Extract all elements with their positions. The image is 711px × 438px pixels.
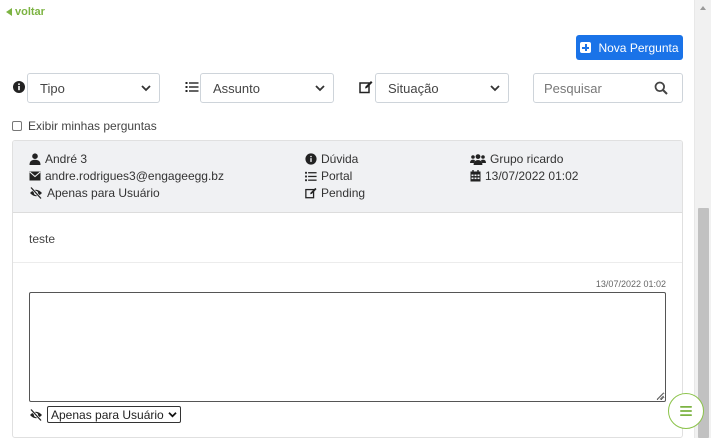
search-placeholder: Pesquisar bbox=[544, 80, 602, 96]
visibility-select-value: Apenas para Usuário bbox=[51, 407, 164, 422]
situacao-select[interactable]: Situação bbox=[375, 73, 509, 103]
calendar-icon bbox=[470, 170, 481, 182]
subject: Portal bbox=[305, 169, 352, 183]
chevron-down-icon bbox=[141, 85, 151, 92]
mine-toggle-label: Exibir minhas perguntas bbox=[28, 119, 157, 133]
email: andre.rodrigues3@engageegg.bz bbox=[29, 169, 224, 183]
mine-checkbox[interactable] bbox=[12, 121, 22, 131]
tipo-select-value: Tipo bbox=[40, 80, 65, 96]
edit-icon bbox=[305, 187, 317, 199]
question-group: Grupo ricardo bbox=[490, 152, 564, 166]
users-icon bbox=[470, 153, 486, 165]
divider bbox=[13, 262, 682, 263]
page-scrollbar[interactable] bbox=[694, 0, 711, 438]
chevron-down-icon bbox=[490, 85, 500, 92]
edit-icon bbox=[359, 81, 373, 94]
new-question-label: Nova Pergunta bbox=[598, 40, 679, 55]
question-message: teste bbox=[29, 232, 56, 246]
list-icon bbox=[305, 171, 317, 181]
chevron-down-icon bbox=[315, 85, 325, 92]
back-link[interactable]: voltar bbox=[6, 6, 45, 18]
user-icon bbox=[29, 153, 41, 165]
visibility-select[interactable]: Apenas para Usuário bbox=[47, 406, 181, 423]
visibility-label: Apenas para Usuário bbox=[47, 186, 160, 200]
question-date: 13/07/2022 01:02 bbox=[485, 169, 579, 183]
new-question-button[interactable]: Nova Pergunta bbox=[576, 35, 683, 60]
envelope-icon bbox=[29, 171, 41, 181]
author: André 3 bbox=[29, 152, 87, 166]
menu-fab-button[interactable] bbox=[668, 393, 704, 429]
eye-slash-icon bbox=[30, 187, 42, 199]
reply-visibility: Apenas para Usuário bbox=[29, 406, 181, 423]
scroll-up-icon[interactable] bbox=[700, 6, 706, 10]
resize-handle-icon[interactable] bbox=[656, 392, 664, 400]
reply-timestamp: 13/07/2022 01:02 bbox=[595, 279, 666, 289]
group: Grupo ricardo bbox=[470, 152, 563, 166]
author-name: André 3 bbox=[45, 152, 88, 166]
visibility: Apenas para Usuário bbox=[29, 186, 160, 200]
back-link-label: voltar bbox=[15, 6, 45, 18]
status: Pending bbox=[305, 186, 365, 200]
situacao-select-value: Situação bbox=[388, 80, 439, 96]
reply-textarea[interactable] bbox=[29, 292, 666, 402]
question-header: André 3 andre.rodrigues3@engageegg.bz Ap… bbox=[13, 141, 682, 213]
list-icon bbox=[185, 82, 199, 92]
assunto-select-value: Assunto bbox=[213, 80, 260, 96]
author-email: andre.rodrigues3@engageegg.bz bbox=[45, 169, 224, 183]
type: Dúvida bbox=[305, 152, 358, 166]
date: 13/07/2022 01:02 bbox=[470, 169, 578, 183]
assunto-select[interactable]: Assunto bbox=[200, 73, 334, 103]
search-icon[interactable] bbox=[654, 81, 668, 95]
search-input[interactable]: Pesquisar bbox=[533, 73, 683, 103]
question-card: André 3 andre.rodrigues3@engageegg.bz Ap… bbox=[12, 140, 683, 438]
question-subject: Portal bbox=[321, 169, 353, 183]
plus-square-icon bbox=[580, 42, 592, 53]
eye-slash-icon bbox=[30, 408, 42, 421]
info-circle-icon bbox=[305, 153, 317, 165]
mine-toggle[interactable]: Exibir minhas perguntas bbox=[12, 119, 157, 133]
tipo-select[interactable]: Tipo bbox=[27, 73, 160, 103]
hamburger-icon bbox=[680, 406, 692, 416]
triangle-left-icon bbox=[6, 8, 12, 16]
question-type: Dúvida bbox=[321, 152, 359, 166]
chevron-down-icon bbox=[168, 412, 177, 418]
question-status: Pending bbox=[321, 186, 366, 200]
info-circle-icon bbox=[13, 81, 25, 93]
